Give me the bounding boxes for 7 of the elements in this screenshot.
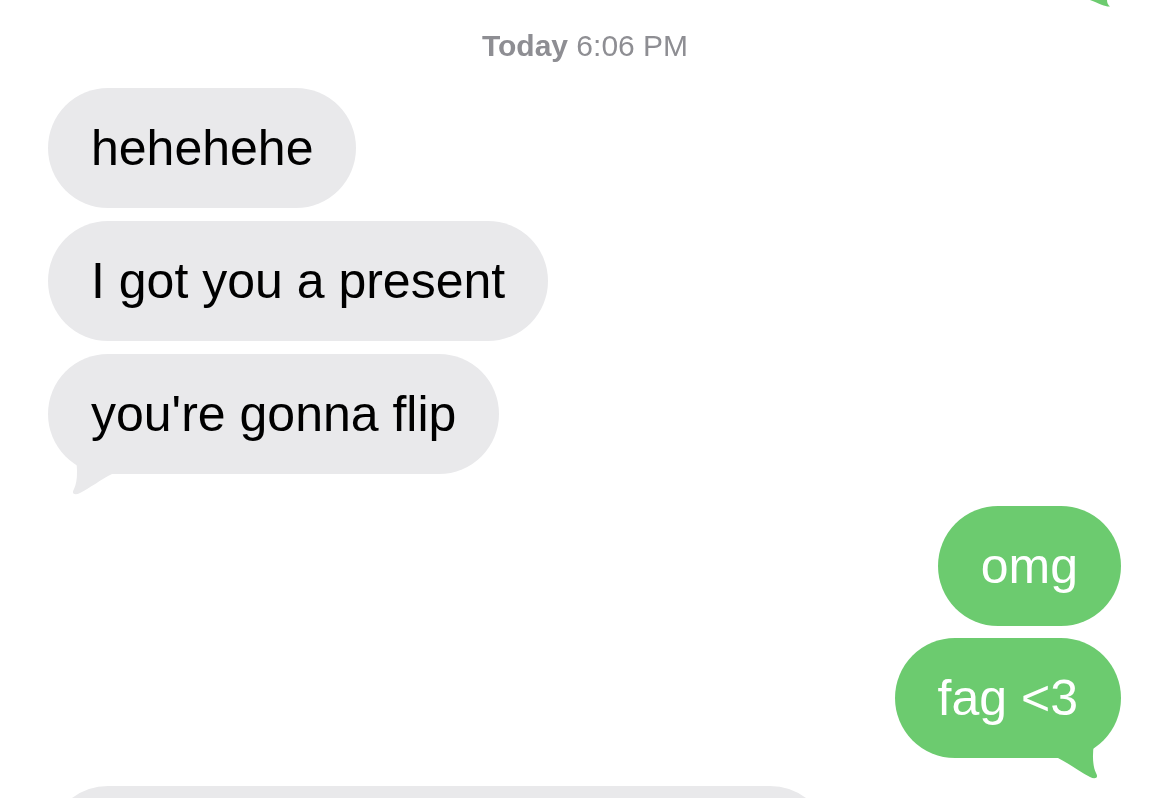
bubble-tail-icon xyxy=(1090,0,1110,7)
message-bubble: omg xyxy=(937,506,1121,626)
message-bubble: I got you a present xyxy=(48,221,549,341)
message-bubble: hehehehe xyxy=(48,88,357,208)
message-bubble: fag <3 xyxy=(894,638,1121,758)
message-bubble: you're gonna flip xyxy=(48,354,500,474)
timestamp: Today 6:06 PM xyxy=(481,28,689,64)
